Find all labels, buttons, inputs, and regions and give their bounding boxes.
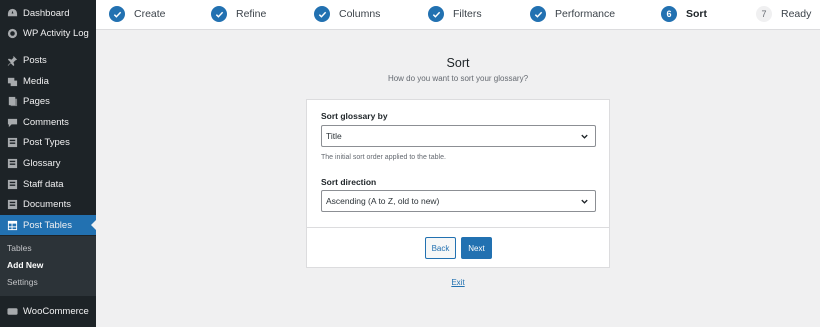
step-performance[interactable]: Performance (530, 6, 615, 22)
checkmark-icon (211, 6, 227, 22)
divider (307, 227, 609, 228)
comment-icon (6, 116, 18, 128)
step-number: 7 (756, 6, 772, 22)
sidebar-item-posts[interactable]: Posts (0, 50, 96, 70)
dashboard-icon (6, 7, 18, 19)
sort-by-value: Title (326, 131, 342, 141)
submenu-item-add-new[interactable]: Add New (7, 260, 43, 270)
sidebar-item-post-tables[interactable]: Post Tables (0, 215, 96, 235)
documents-icon (6, 198, 18, 210)
table-icon (6, 219, 18, 231)
pin-icon (6, 54, 18, 66)
back-button[interactable]: Back (425, 237, 456, 259)
sidebar-item-label: WP Activity Log (23, 27, 89, 39)
checkmark-icon (428, 6, 444, 22)
step-label: Refine (236, 8, 267, 20)
step-label: Columns (339, 8, 381, 20)
staff-data-icon (6, 178, 18, 190)
step-create[interactable]: Create (109, 6, 166, 22)
sidebar-item-glossary[interactable]: Glossary (0, 153, 96, 173)
activity-log-icon (6, 27, 18, 39)
sidebar-item-label: Post Tables (23, 219, 72, 231)
checkmark-icon (109, 6, 125, 22)
sidebar-item-documents[interactable]: Documents (0, 194, 96, 214)
step-label: Performance (555, 8, 616, 20)
step-label: Filters (453, 8, 482, 20)
step-label: Ready (781, 8, 812, 20)
sidebar-item-dashboard[interactable]: Dashboard (0, 3, 96, 23)
sort-by-help: The initial sort order applied to the ta… (321, 154, 446, 161)
wizard-steps: Create Refine Columns Filters Performanc… (96, 0, 820, 30)
sidebar-item-wp-activity-log[interactable]: WP Activity Log (0, 23, 96, 43)
step-label: Create (134, 8, 166, 20)
sidebar-item-label: Documents (23, 198, 72, 210)
sort-direction-select[interactable]: Ascending (A to Z, old to new) (321, 190, 596, 212)
post-tables-submenu: Tables Add New Settings (0, 236, 96, 296)
media-icon (6, 75, 18, 87)
pages-icon (6, 95, 18, 107)
exit-link[interactable]: Exit (96, 278, 820, 287)
post-types-icon (6, 136, 18, 148)
submenu-item-settings[interactable]: Settings (7, 277, 38, 287)
step-ready[interactable]: 7 Ready (756, 6, 811, 22)
step-sort[interactable]: 6 Sort (661, 6, 707, 22)
glossary-icon (6, 157, 18, 169)
sidebar-item-pages[interactable]: Pages (0, 91, 96, 111)
sidebar-item-label: Staff data (23, 178, 64, 190)
sort-by-select[interactable]: Title (321, 125, 596, 147)
next-button[interactable]: Next (461, 237, 492, 259)
sort-settings-card: Sort glossary by Title The initial sort … (306, 99, 610, 268)
step-columns[interactable]: Columns (314, 6, 380, 22)
sort-direction-value: Ascending (A to Z, old to new) (326, 196, 440, 206)
sidebar-item-comments[interactable]: Comments (0, 112, 96, 132)
admin-sidebar: Dashboard WP Activity Log Posts Media Pa… (0, 0, 96, 327)
page-title: Sort (446, 56, 470, 70)
sidebar-item-label: Comments (23, 116, 69, 128)
step-label: Sort (686, 8, 707, 20)
checkmark-icon (530, 6, 546, 22)
sidebar-item-label: Dashboard (23, 7, 70, 19)
sidebar-item-label: Glossary (23, 157, 61, 169)
chevron-down-icon (581, 199, 588, 204)
sort-direction-label: Sort direction (321, 177, 377, 187)
sidebar-item-media[interactable]: Media (0, 71, 96, 91)
checkmark-icon (314, 6, 330, 22)
step-filters[interactable]: Filters (428, 6, 482, 22)
sidebar-item-post-types[interactable]: Post Types (0, 132, 96, 152)
chevron-down-icon (581, 134, 588, 139)
sidebar-item-label: Media (23, 75, 49, 87)
woocommerce-icon (6, 305, 18, 317)
step-number: 6 (661, 6, 677, 22)
sidebar-item-label: Posts (23, 54, 47, 66)
step-refine[interactable]: Refine (211, 6, 266, 22)
sort-by-label: Sort glossary by (321, 111, 388, 121)
sidebar-item-label: Pages (23, 95, 50, 107)
sidebar-item-woocommerce[interactable]: WooCommerce (0, 301, 96, 321)
submenu-item-tables[interactable]: Tables (7, 243, 32, 253)
page-subtitle: How do you want to sort your glossary? (387, 74, 529, 83)
sidebar-item-staff-data[interactable]: Staff data (0, 174, 96, 194)
sidebar-item-label: Post Types (23, 136, 70, 148)
sidebar-item-label: WooCommerce (23, 305, 89, 317)
